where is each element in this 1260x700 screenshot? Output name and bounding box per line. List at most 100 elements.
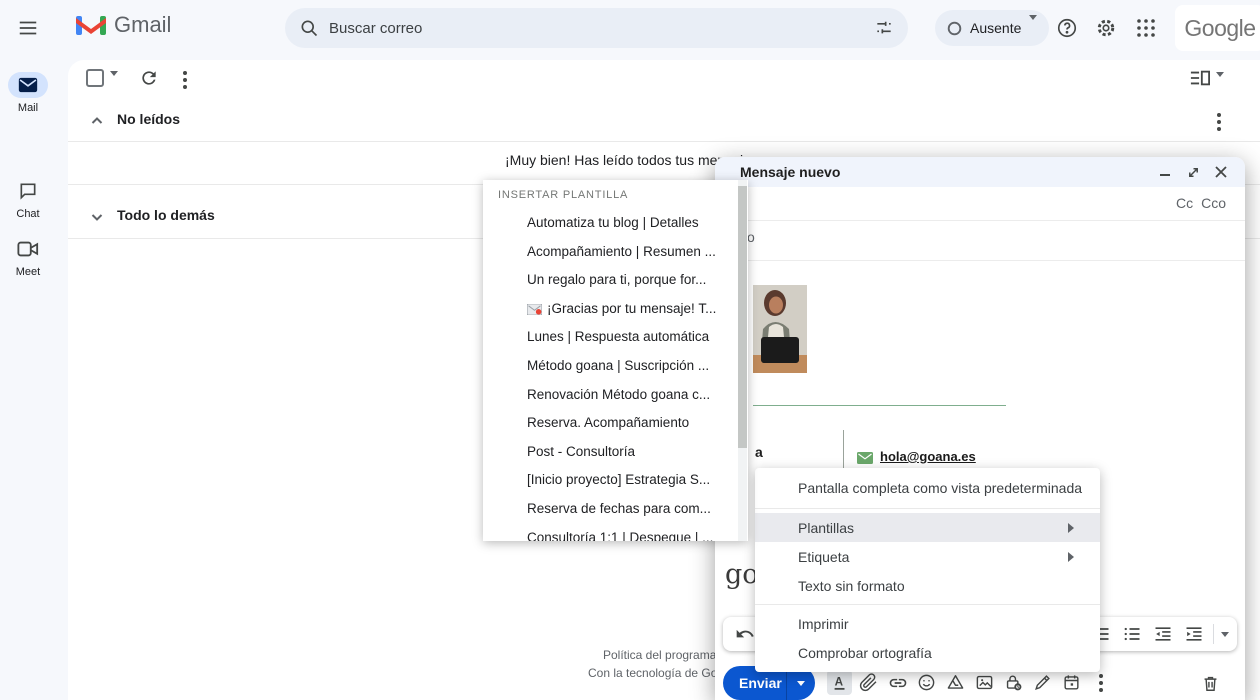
close-icon[interactable] [1211, 162, 1231, 182]
sidebar-item-chat[interactable]: Chat [0, 178, 56, 220]
drive-icon[interactable] [943, 670, 968, 695]
signature-photo [753, 285, 807, 373]
template-item[interactable]: Un regalo para ti, porque for... [483, 266, 748, 295]
select-caret-icon[interactable] [110, 71, 118, 93]
send-options-caret-icon[interactable] [787, 681, 815, 686]
template-item[interactable]: Reserva. Acompañamiento [483, 409, 748, 438]
template-item[interactable]: Lunes | Respuesta automática [483, 323, 748, 352]
top-bar: Gmail Ausente Google [0, 0, 1260, 56]
compose-header[interactable]: Mensaje nuevo [715, 157, 1245, 187]
menu-item-fullscreen-default[interactable]: Pantalla completa como vista predetermin… [755, 472, 1100, 504]
list-divider [68, 141, 1260, 142]
template-item[interactable]: Método goana | Suscripción ... [483, 352, 748, 381]
sidebar-item-mail[interactable]: Mail [0, 72, 56, 114]
insert-link-icon[interactable] [885, 670, 910, 695]
menu-item-label[interactable]: Etiqueta [755, 542, 1100, 571]
toolbar-more-icon[interactable] [183, 71, 187, 89]
compose-more-icon[interactable] [1088, 670, 1113, 695]
template-item[interactable]: ¡Gracias por tu mensaje! T... [483, 295, 748, 324]
compose-title: Mensaje nuevo [740, 164, 1147, 180]
subject-field[interactable]: o [747, 229, 755, 245]
cco-link[interactable]: Cco [1201, 195, 1226, 211]
subject-divider [715, 260, 1245, 261]
mail-heart-icon [527, 304, 542, 315]
collapse-unread-icon[interactable] [90, 114, 104, 128]
reading-pane-caret-icon[interactable] [1216, 72, 1224, 94]
menu-item-templates[interactable]: Plantillas [755, 513, 1100, 542]
meet-camera-icon [17, 240, 39, 258]
gmail-brand[interactable]: Gmail [76, 12, 171, 38]
section-unread-more-icon[interactable] [1217, 113, 1221, 131]
status-caret-icon [1029, 15, 1037, 36]
signature-email-link[interactable]: hola@goana.es [880, 449, 976, 464]
outdent-icon[interactable] [1151, 622, 1175, 646]
confidential-mode-icon[interactable] [1001, 670, 1026, 695]
submenu-arrow-icon [1068, 523, 1074, 533]
menu-item-plain-text[interactable]: Texto sin formato [755, 571, 1100, 600]
undo-icon[interactable] [733, 622, 757, 646]
gmail-wordmark: Gmail [114, 12, 171, 38]
menu-item-spellcheck[interactable]: Comprobar ortografía [755, 638, 1100, 667]
chat-label: Chat [0, 208, 56, 220]
select-all-checkbox[interactable] [86, 69, 104, 87]
search-options-icon[interactable] [874, 18, 894, 38]
text-format-icon[interactable]: A [827, 670, 852, 695]
template-item[interactable]: [Inicio proyecto] Estrategia S... [483, 466, 748, 495]
refresh-icon[interactable] [138, 67, 160, 89]
fullscreen-icon[interactable] [1183, 162, 1203, 182]
template-dropdown: INSERTAR PLANTILLA Automatiza tu blog | … [483, 180, 748, 541]
hamburger-menu-icon[interactable] [14, 14, 42, 42]
status-circle-icon [947, 21, 962, 36]
sidebar-item-meet[interactable]: Meet [0, 236, 56, 278]
template-scrollbar-thumb[interactable] [738, 186, 747, 448]
template-item[interactable]: Automatiza tu blog | Detalles [483, 209, 748, 238]
template-item[interactable]: Post - Consultoría [483, 438, 748, 467]
status-label: Ausente [970, 20, 1021, 36]
section-rest-title[interactable]: Todo lo demás [117, 207, 215, 223]
status-selector[interactable]: Ausente [935, 10, 1049, 46]
signature-rule [753, 405, 1006, 406]
template-item[interactable]: Reserva de fechas para com... [483, 495, 748, 524]
search-icon[interactable] [299, 18, 319, 38]
meet-label: Meet [0, 266, 56, 278]
settings-gear-icon[interactable] [1094, 16, 1118, 40]
insert-image-icon[interactable] [972, 670, 997, 695]
help-icon[interactable] [1055, 16, 1079, 40]
minimize-icon[interactable] [1155, 162, 1175, 182]
template-item[interactable]: Acompañamiento | Resumen ... [483, 238, 748, 267]
bullet-list-icon[interactable] [1120, 622, 1144, 646]
send-label: Enviar [723, 675, 786, 691]
template-item[interactable]: Consultoría 1:1 | Despegue | ... [483, 524, 748, 541]
svg-text:A: A [834, 675, 843, 688]
menu-separator [755, 604, 1100, 605]
template-item[interactable]: Renovación Método goana c... [483, 381, 748, 410]
mail-icon [18, 77, 38, 93]
cc-link[interactable]: Cc [1176, 195, 1193, 211]
schedule-send-icon[interactable] [1059, 670, 1084, 695]
google-logo-card: Google [1175, 5, 1260, 51]
program-policy-link[interactable]: Política del programa [603, 648, 716, 662]
section-unread-title[interactable]: No leídos [117, 111, 180, 127]
compose-more-menu: Pantalla completa como vista predetermin… [755, 468, 1100, 672]
reading-pane-icon[interactable] [1190, 69, 1210, 87]
signature-envelope-icon [857, 452, 873, 464]
cc-bcc-links: Cc Cco [1168, 195, 1226, 211]
signature-divider [843, 430, 844, 472]
attach-file-icon[interactable] [856, 670, 881, 695]
signature-name: a [755, 444, 763, 460]
signature-pen-icon[interactable] [1030, 670, 1055, 695]
more-formats-caret-icon[interactable] [1221, 632, 1229, 637]
gmail-logo-icon [76, 14, 106, 37]
menu-item-print[interactable]: Imprimir [755, 609, 1100, 638]
recipients-divider [715, 220, 1245, 221]
chat-icon [18, 181, 38, 201]
search-bar[interactable] [285, 8, 908, 48]
mail-selected-pill [8, 72, 48, 98]
apps-grid-icon[interactable] [1134, 16, 1158, 40]
mail-label: Mail [0, 102, 56, 114]
indent-icon[interactable] [1182, 622, 1206, 646]
discard-draft-icon[interactable] [1199, 672, 1221, 694]
collapse-rest-icon[interactable] [90, 210, 104, 224]
search-input[interactable] [329, 20, 874, 37]
emoji-icon[interactable] [914, 670, 939, 695]
